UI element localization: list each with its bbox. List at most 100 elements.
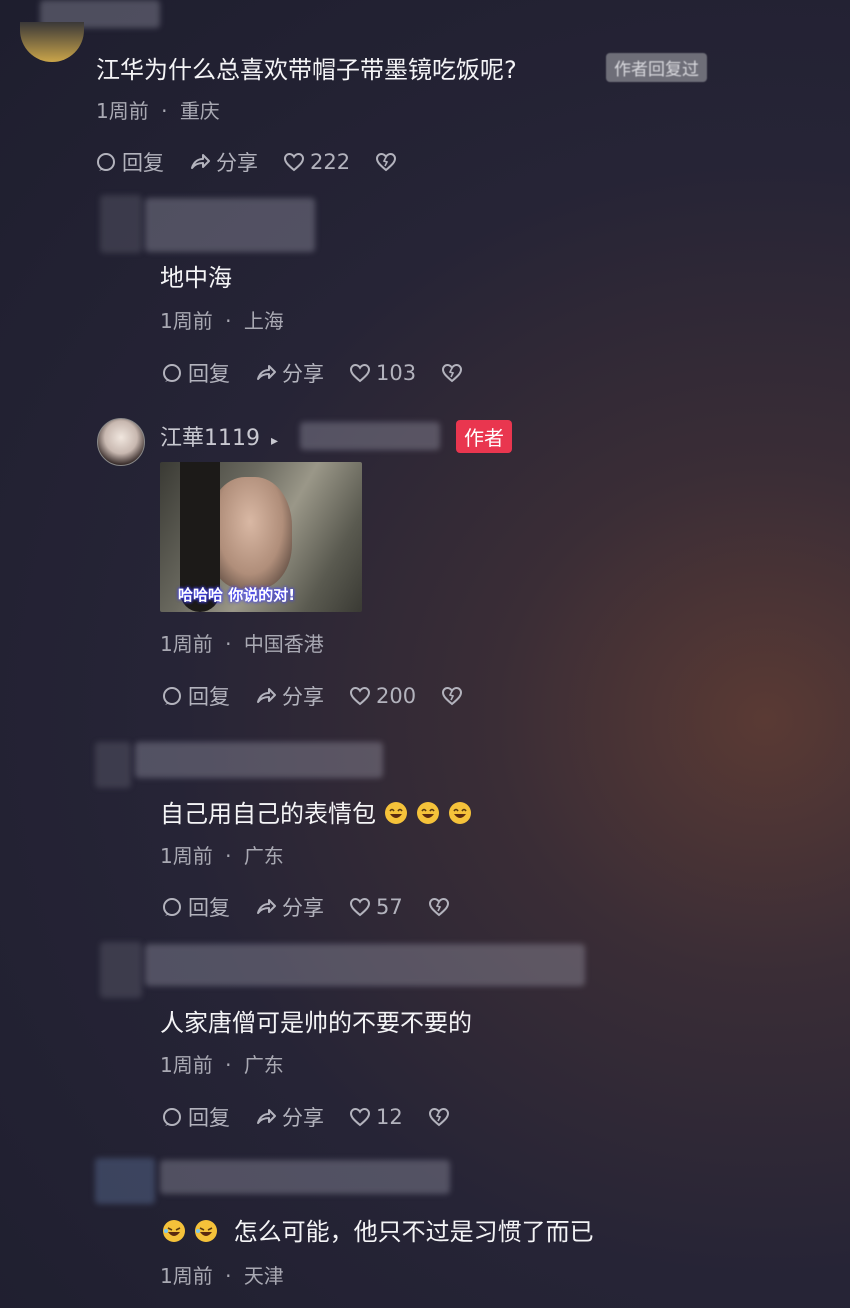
heart-icon xyxy=(283,152,305,172)
comment-text: 自己用自己的表情包 xyxy=(160,800,376,828)
blurred-reply-target xyxy=(300,422,440,450)
comment-time: 1周前 xyxy=(160,844,213,868)
blurred-avatar xyxy=(95,1158,155,1204)
like-count: 12 xyxy=(376,1105,403,1129)
comment-location: 广东 xyxy=(243,1053,284,1077)
comment-location: 上海 xyxy=(243,309,284,333)
meta-separator: · xyxy=(225,309,232,333)
reply-button[interactable]: 回复 xyxy=(160,358,230,388)
comment-meta: 1周前 · 中国香港 xyxy=(160,628,324,657)
share-icon xyxy=(257,688,276,703)
share-button[interactable]: 分享 xyxy=(254,681,324,711)
dislike-icon[interactable] xyxy=(440,361,464,385)
share-label: 分享 xyxy=(282,685,324,709)
reply-button[interactable]: 回复 xyxy=(160,892,230,922)
blurred-username xyxy=(135,742,383,778)
reply-icon xyxy=(163,898,181,916)
heart-icon xyxy=(349,686,371,706)
reply-button[interactable]: 回复 xyxy=(160,1102,230,1132)
comment-time: 1周前 xyxy=(160,632,213,656)
reply-label: 回复 xyxy=(188,1106,230,1130)
dislike-icon[interactable] xyxy=(427,895,451,919)
heart-icon xyxy=(349,1107,371,1127)
blurred-username xyxy=(145,944,585,986)
rofl-face-icon xyxy=(195,1220,217,1242)
author-replied-badge: 作者回复过 xyxy=(606,53,707,82)
grinning-face-icon xyxy=(449,802,471,824)
like-count: 200 xyxy=(376,684,417,708)
reply-button[interactable]: 回复 xyxy=(94,147,164,177)
comment-text-row: 怎么可能，他只不过是习惯了而已 xyxy=(162,1212,594,1247)
reply-button[interactable]: 回复 xyxy=(160,681,230,711)
comment-location: 重庆 xyxy=(179,99,220,123)
comment-location: 广东 xyxy=(243,844,284,868)
like-button[interactable]: 103 xyxy=(348,361,416,385)
avatar[interactable] xyxy=(97,418,145,466)
comment-text: 地中海 xyxy=(160,264,232,292)
chevron-right-icon: ▸ xyxy=(271,433,279,449)
comment-meta: 1周前 · 天津 xyxy=(160,1260,284,1289)
blurred-avatar xyxy=(100,942,142,998)
avatar[interactable] xyxy=(20,22,84,62)
reply-label: 回复 xyxy=(122,151,164,175)
comment-location: 天津 xyxy=(243,1264,284,1288)
comment-time: 1周前 xyxy=(96,99,149,123)
share-icon xyxy=(257,1109,276,1124)
comment-time: 1周前 xyxy=(160,309,213,333)
share-icon xyxy=(257,899,276,914)
share-button[interactable]: 分享 xyxy=(254,1102,324,1132)
reply-label: 回复 xyxy=(188,896,230,920)
comment-meta: 1周前 · 重庆 xyxy=(96,95,220,124)
grinning-face-icon xyxy=(385,802,407,824)
like-count: 57 xyxy=(376,895,403,919)
comment-meta: 1周前 · 广东 xyxy=(160,1049,284,1078)
like-button[interactable]: 12 xyxy=(348,1105,403,1129)
share-button[interactable]: 分享 xyxy=(254,358,324,388)
comment-actions: 回复 分享 57 xyxy=(160,892,451,922)
share-label: 分享 xyxy=(282,1106,324,1130)
comment-location: 中国香港 xyxy=(243,632,324,656)
comment-meta: 1周前 · 上海 xyxy=(160,305,284,334)
meta-separator: · xyxy=(225,844,232,868)
dislike-icon[interactable] xyxy=(440,684,464,708)
comment-meta: 1周前 · 广东 xyxy=(160,840,284,869)
meta-separator: · xyxy=(225,1264,232,1288)
share-label: 分享 xyxy=(216,151,258,175)
comment-actions: 回复 分享 103 xyxy=(160,358,464,388)
blurred-username xyxy=(145,198,315,252)
share-icon xyxy=(191,154,210,169)
like-count: 103 xyxy=(376,361,417,385)
share-button[interactable]: 分享 xyxy=(188,147,258,177)
rofl-face-icon xyxy=(163,1220,185,1242)
share-button[interactable]: 分享 xyxy=(254,892,324,922)
reply-icon xyxy=(163,687,181,705)
comment-text: 人家唐僧可是帅的不要不要的 xyxy=(160,1009,472,1037)
comment-text: 怎么可能，他只不过是习惯了而已 xyxy=(233,1218,594,1246)
reply-icon xyxy=(163,1108,181,1126)
share-label: 分享 xyxy=(282,362,324,386)
sticker-face xyxy=(208,477,292,589)
author-badge: 作者 xyxy=(456,420,512,453)
like-button[interactable]: 200 xyxy=(348,684,416,708)
blurred-username xyxy=(160,1160,450,1194)
grinning-face-icon xyxy=(417,802,439,824)
comment-text: 江华为什么总喜欢带帽子带墨镜吃饭呢? xyxy=(96,56,517,84)
meta-separator: · xyxy=(225,1053,232,1077)
like-button[interactable]: 57 xyxy=(348,895,403,919)
comment-actions: 回复 分享 12 xyxy=(160,1102,451,1132)
dislike-icon[interactable] xyxy=(427,1105,451,1129)
meta-separator: · xyxy=(161,99,168,123)
reply-label: 回复 xyxy=(188,685,230,709)
dislike-icon[interactable] xyxy=(374,150,398,174)
blurred-avatar xyxy=(95,742,131,788)
username-text: 江華1119 xyxy=(160,426,260,451)
like-button[interactable]: 222 xyxy=(282,150,350,174)
meta-separator: · xyxy=(225,632,232,656)
reply-icon xyxy=(163,364,181,382)
blurred-avatar xyxy=(100,195,142,253)
sticker-image[interactable]: 哈哈哈 你说的对! xyxy=(160,462,362,612)
comment-text-row: 自己用自己的表情包 xyxy=(160,794,472,829)
reply-icon xyxy=(97,153,115,171)
share-icon xyxy=(257,365,276,380)
author-username[interactable]: 江華1119 ▸ xyxy=(160,420,278,452)
